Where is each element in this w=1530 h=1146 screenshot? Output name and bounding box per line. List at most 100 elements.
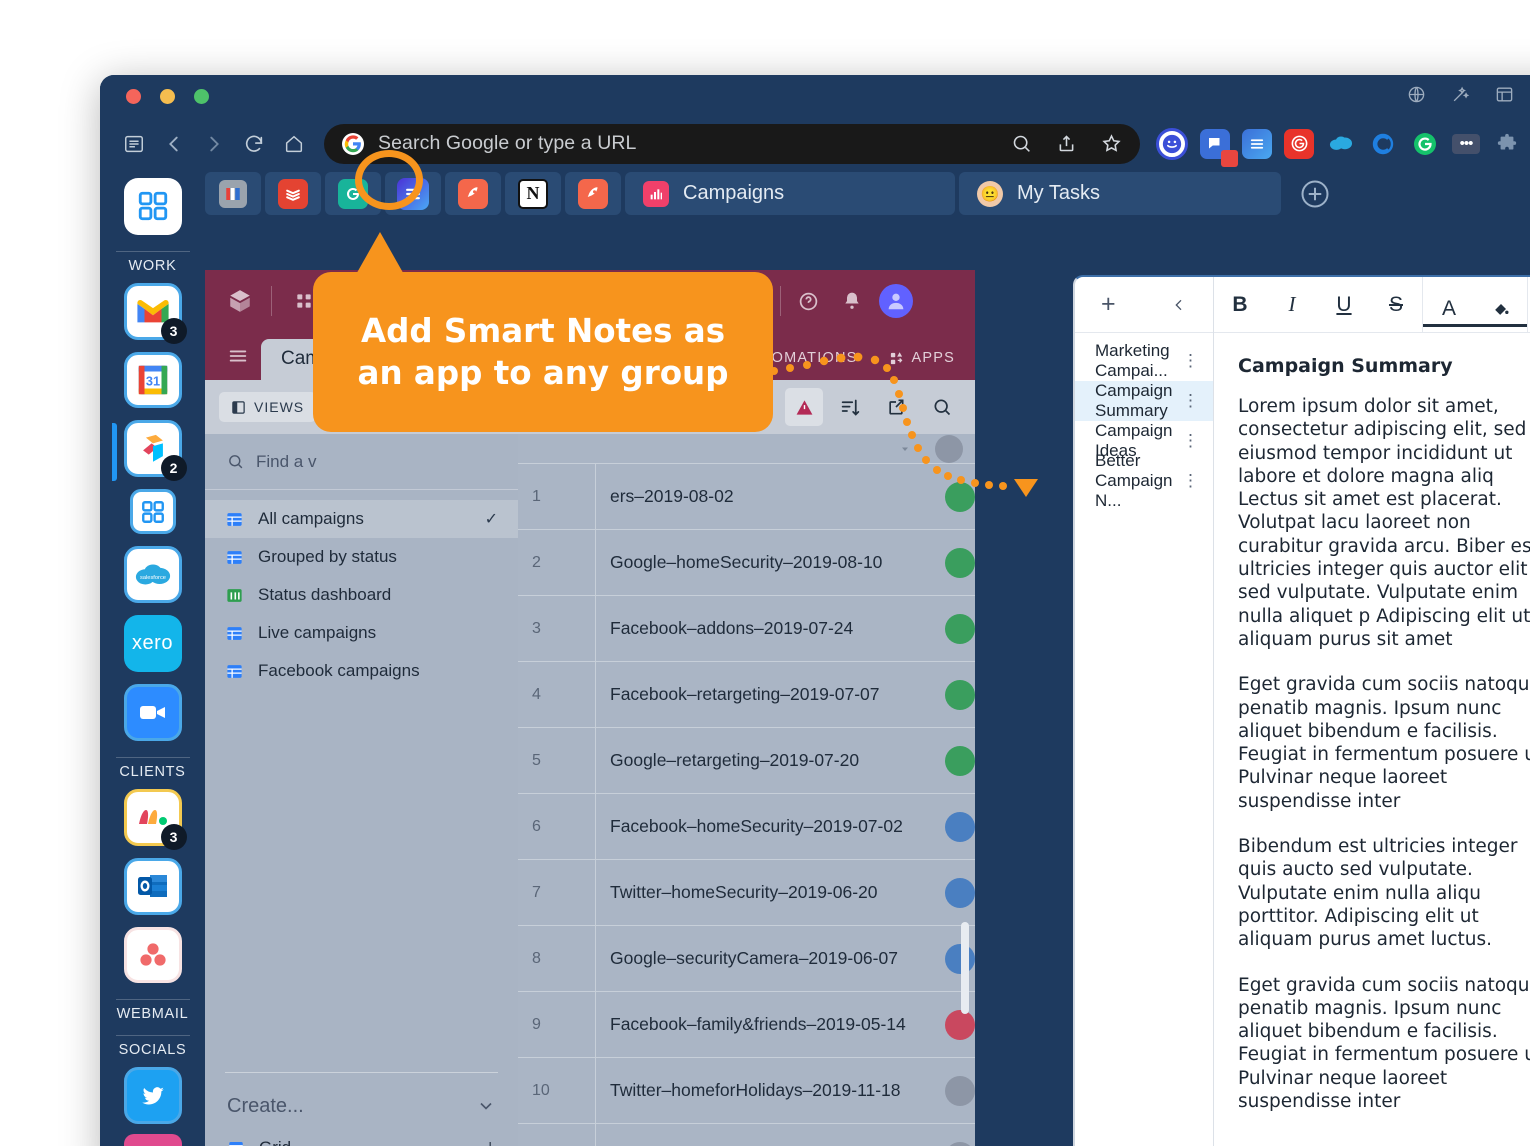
text-color-button[interactable]: A (1423, 293, 1475, 327)
table-row[interactable]: 4 Facebook–retargeting–2019-07-07 (518, 662, 975, 728)
row-status[interactable] (945, 530, 975, 595)
row-name[interactable]: Facebook–family&friends–2019-05-14 (596, 992, 945, 1057)
row-name[interactable]: Google–homeSecurity–2019-08-10 (596, 530, 945, 595)
table-row[interactable]: 7 Twitter–homeSecurity–2019-06-20 (518, 860, 975, 926)
back-icon[interactable] (154, 124, 194, 164)
extension-icons[interactable]: ••• (1156, 127, 1522, 167)
rail-home-button[interactable] (123, 178, 182, 235)
bold-button[interactable]: B (1214, 277, 1266, 333)
table-row[interactable]: 2 Google–homeSecurity–2019-08-10 (518, 530, 975, 596)
row-name[interactable]: Twitter–homeforHolidays–2019-11-18 (596, 1058, 945, 1123)
view-item-live-campaigns[interactable]: Live campaigns (205, 614, 518, 652)
row-status[interactable] (945, 1124, 975, 1146)
note-menu-icon[interactable]: ⋮ (1182, 432, 1199, 449)
views-button[interactable]: VIEWS (219, 392, 317, 422)
row-name[interactable]: Google–securityCamera–2019-06-07 (596, 926, 945, 991)
create-header[interactable]: Create... (205, 1083, 518, 1129)
note-item[interactable]: Marketing Campai... ⋮ (1075, 341, 1213, 381)
view-item-all-campaigns[interactable]: All campaigns ✓ (205, 500, 518, 538)
row-name[interactable]: Facebook–retargeting–2019-07-07 (596, 662, 945, 727)
grid-scrollbar[interactable] (961, 922, 969, 1014)
rail-app-monday-clients[interactable]: 3 (123, 788, 187, 850)
rail-app-xero[interactable]: xero (123, 615, 182, 673)
table-row[interactable]: 10 Twitter–homeforHolidays–2019-11-18 (518, 1058, 975, 1124)
row-status[interactable] (945, 926, 975, 991)
row-name[interactable]: Facebook–homeSecurity–2019-07-02 (596, 794, 945, 859)
rail-app-apps-grid[interactable] (129, 489, 176, 535)
sidebar-toggle-button[interactable] (215, 332, 261, 380)
row-name[interactable]: Twitter–homeSecurity–2019-06-20 (596, 860, 945, 925)
rail-app-partial[interactable] (123, 1134, 182, 1146)
grammarly-g-icon[interactable] (1410, 129, 1440, 159)
row-status[interactable] (945, 992, 975, 1057)
row-name[interactable]: Google–retargeting–2019-07-20 (596, 728, 945, 793)
chevron-left-icon[interactable] (1171, 297, 1187, 313)
user-avatar[interactable] (879, 284, 914, 318)
salesforce-icon[interactable] (1326, 129, 1356, 159)
views-search-placeholder[interactable]: Find a v (256, 452, 316, 472)
row-status[interactable] (945, 794, 975, 859)
app-tab-campaigns[interactable]: Campaigns (625, 172, 955, 215)
note-menu-icon[interactable]: ⋮ (1182, 472, 1199, 489)
app-tab-rocket-1[interactable] (445, 172, 501, 215)
help-button[interactable] (791, 291, 825, 312)
rail-app-twitter[interactable] (123, 1067, 182, 1125)
table-row[interactable]: 8 Google–securityCamera–2019-06-07 (518, 926, 975, 992)
app-tab-my-tasks[interactable]: 😐 My Tasks (959, 172, 1281, 215)
bookmark-star-icon[interactable] (1101, 133, 1122, 154)
app-tab-todoist[interactable] (265, 172, 321, 215)
maximize-window-button[interactable] (194, 89, 209, 104)
add-tab-button[interactable] (1285, 172, 1345, 215)
rail-app-monday-work[interactable]: 2 (111, 420, 187, 482)
add-icon[interactable]: + (484, 1137, 496, 1146)
chevron-down-icon[interactable] (476, 1096, 496, 1116)
rail-app-asana[interactable] (123, 926, 182, 984)
row-status[interactable] (945, 1058, 975, 1123)
forward-icon[interactable] (194, 124, 234, 164)
titlebar-icons[interactable] (1407, 85, 1530, 104)
omnibox[interactable]: Search Google or type a URL (324, 123, 1140, 164)
crm-icon[interactable] (1368, 129, 1398, 159)
row-status[interactable] (945, 728, 975, 793)
view-item-facebook-campaigns[interactable]: Facebook campaigns (205, 652, 518, 690)
magic-wand-icon[interactable] (1451, 85, 1470, 104)
rail-app-salesforce[interactable]: salesforce (123, 546, 182, 604)
highlight-color-button[interactable] (1475, 293, 1527, 327)
password-icon[interactable]: ••• (1452, 133, 1480, 154)
reload-icon[interactable] (234, 124, 274, 164)
note-item[interactable]: Better Campaign N... ⋮ (1075, 451, 1213, 510)
row-status[interactable] (945, 860, 975, 925)
search-icon[interactable] (1011, 133, 1032, 154)
rail-app-zoom[interactable] (123, 684, 182, 741)
row-name[interactable]: Facebook–addons–2019-07-24 (596, 596, 945, 661)
table-row[interactable]: 6 Facebook–homeSecurity–2019-07-02 (518, 794, 975, 860)
chat-icon[interactable] (1200, 128, 1238, 167)
reading-list-icon[interactable] (114, 124, 154, 164)
omnibox-placeholder[interactable]: Search Google or type a URL (378, 132, 997, 155)
table-row[interactable]: 3 Facebook–addons–2019-07-24 (518, 596, 975, 662)
view-item-grouped-by-status[interactable]: Grouped by status (205, 538, 518, 576)
smiley-icon[interactable] (1156, 127, 1188, 160)
note-menu-icon[interactable]: ⋮ (1182, 392, 1199, 409)
rail-app-outlook[interactable] (123, 857, 182, 915)
rail-app-gmail[interactable]: 3 (123, 282, 187, 344)
row-status[interactable] (945, 662, 975, 727)
table-row[interactable]: 11 Facebook–earlyAdopters–2019-10-09 (518, 1124, 975, 1146)
share-icon[interactable] (1056, 133, 1077, 154)
monday-logo-icon[interactable] (219, 288, 261, 314)
grammarly-icon[interactable] (1284, 128, 1314, 159)
table-icon[interactable] (1495, 85, 1514, 104)
views-search[interactable]: Find a v (205, 434, 518, 490)
app-tab-notion[interactable]: N (505, 172, 561, 215)
globe-icon[interactable] (1407, 85, 1426, 104)
app-tab-rocket-2[interactable] (565, 172, 621, 215)
underline-button[interactable]: U (1318, 277, 1370, 333)
minimize-window-button[interactable] (160, 89, 175, 104)
create-item-grid[interactable]: Grid + (205, 1129, 518, 1146)
view-item-status-dashboard[interactable]: Status dashboard (205, 576, 518, 614)
home-icon[interactable] (274, 124, 314, 164)
table-row[interactable]: 9 Facebook–family&friends–2019-05-14 (518, 992, 975, 1058)
app-tab-shelf[interactable] (205, 172, 261, 215)
italic-button[interactable]: I (1266, 277, 1318, 333)
rail-app-google-calendar[interactable]: 31 (123, 351, 182, 409)
